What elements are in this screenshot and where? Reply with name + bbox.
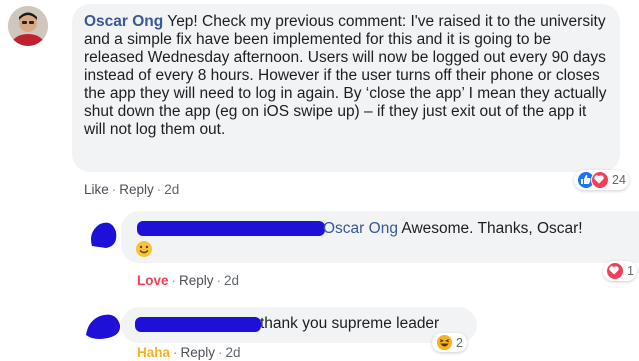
comment-author[interactable]: Oscar Ong: [84, 13, 163, 30]
reply-actions: Love · Reply · 2d: [137, 273, 240, 288]
redacted-name: [135, 317, 261, 332]
comment-timestamp[interactable]: 2d: [164, 182, 179, 197]
reply-link[interactable]: Reply: [119, 182, 154, 197]
reply-link[interactable]: Reply: [181, 345, 216, 360]
reply-link[interactable]: Reply: [179, 273, 214, 288]
smile-emoji-icon: [136, 241, 152, 257]
reaction-summary[interactable]: 1: [603, 261, 637, 281]
mention-link[interactable]: Oscar Ong: [323, 220, 398, 237]
avatar[interactable]: [8, 6, 48, 46]
reaction-count: 2: [456, 335, 463, 350]
comment-actions: Like · Reply · 2d: [84, 182, 180, 197]
love-icon: [591, 171, 609, 189]
redacted-name: [137, 221, 325, 236]
reaction-count: 1: [627, 264, 634, 278]
profile-photo-icon: [8, 6, 48, 46]
comment-text: Yep! Check my previous comment: I've rai…: [84, 13, 607, 138]
haha-icon: [436, 334, 453, 351]
reaction-count: 24: [612, 173, 626, 187]
reply-text: Awesome. Thanks, Oscar!: [397, 220, 583, 237]
reply-actions: Haha · Reply · 2d: [137, 345, 241, 360]
like-link[interactable]: Like: [84, 182, 109, 197]
reply-timestamp[interactable]: 2d: [226, 345, 241, 360]
haha-reaction-link[interactable]: Haha: [137, 345, 170, 360]
reaction-summary[interactable]: 2: [432, 333, 467, 352]
reply-bubble: Oscar Ong Awesome. Thanks, Oscar!: [121, 211, 639, 263]
reply-text: thank you supreme leader: [260, 315, 440, 332]
love-reaction-link[interactable]: Love: [137, 273, 169, 288]
reaction-summary[interactable]: 24: [574, 170, 629, 190]
comment-bubble: Oscar Ong Yep! Check my previous comment…: [72, 4, 620, 172]
avatar[interactable]: [84, 311, 122, 341]
reply-timestamp[interactable]: 2d: [224, 273, 239, 288]
love-icon: [606, 262, 624, 280]
reply-bubble: thank you supreme leader: [121, 307, 477, 343]
avatar[interactable]: [88, 220, 118, 250]
